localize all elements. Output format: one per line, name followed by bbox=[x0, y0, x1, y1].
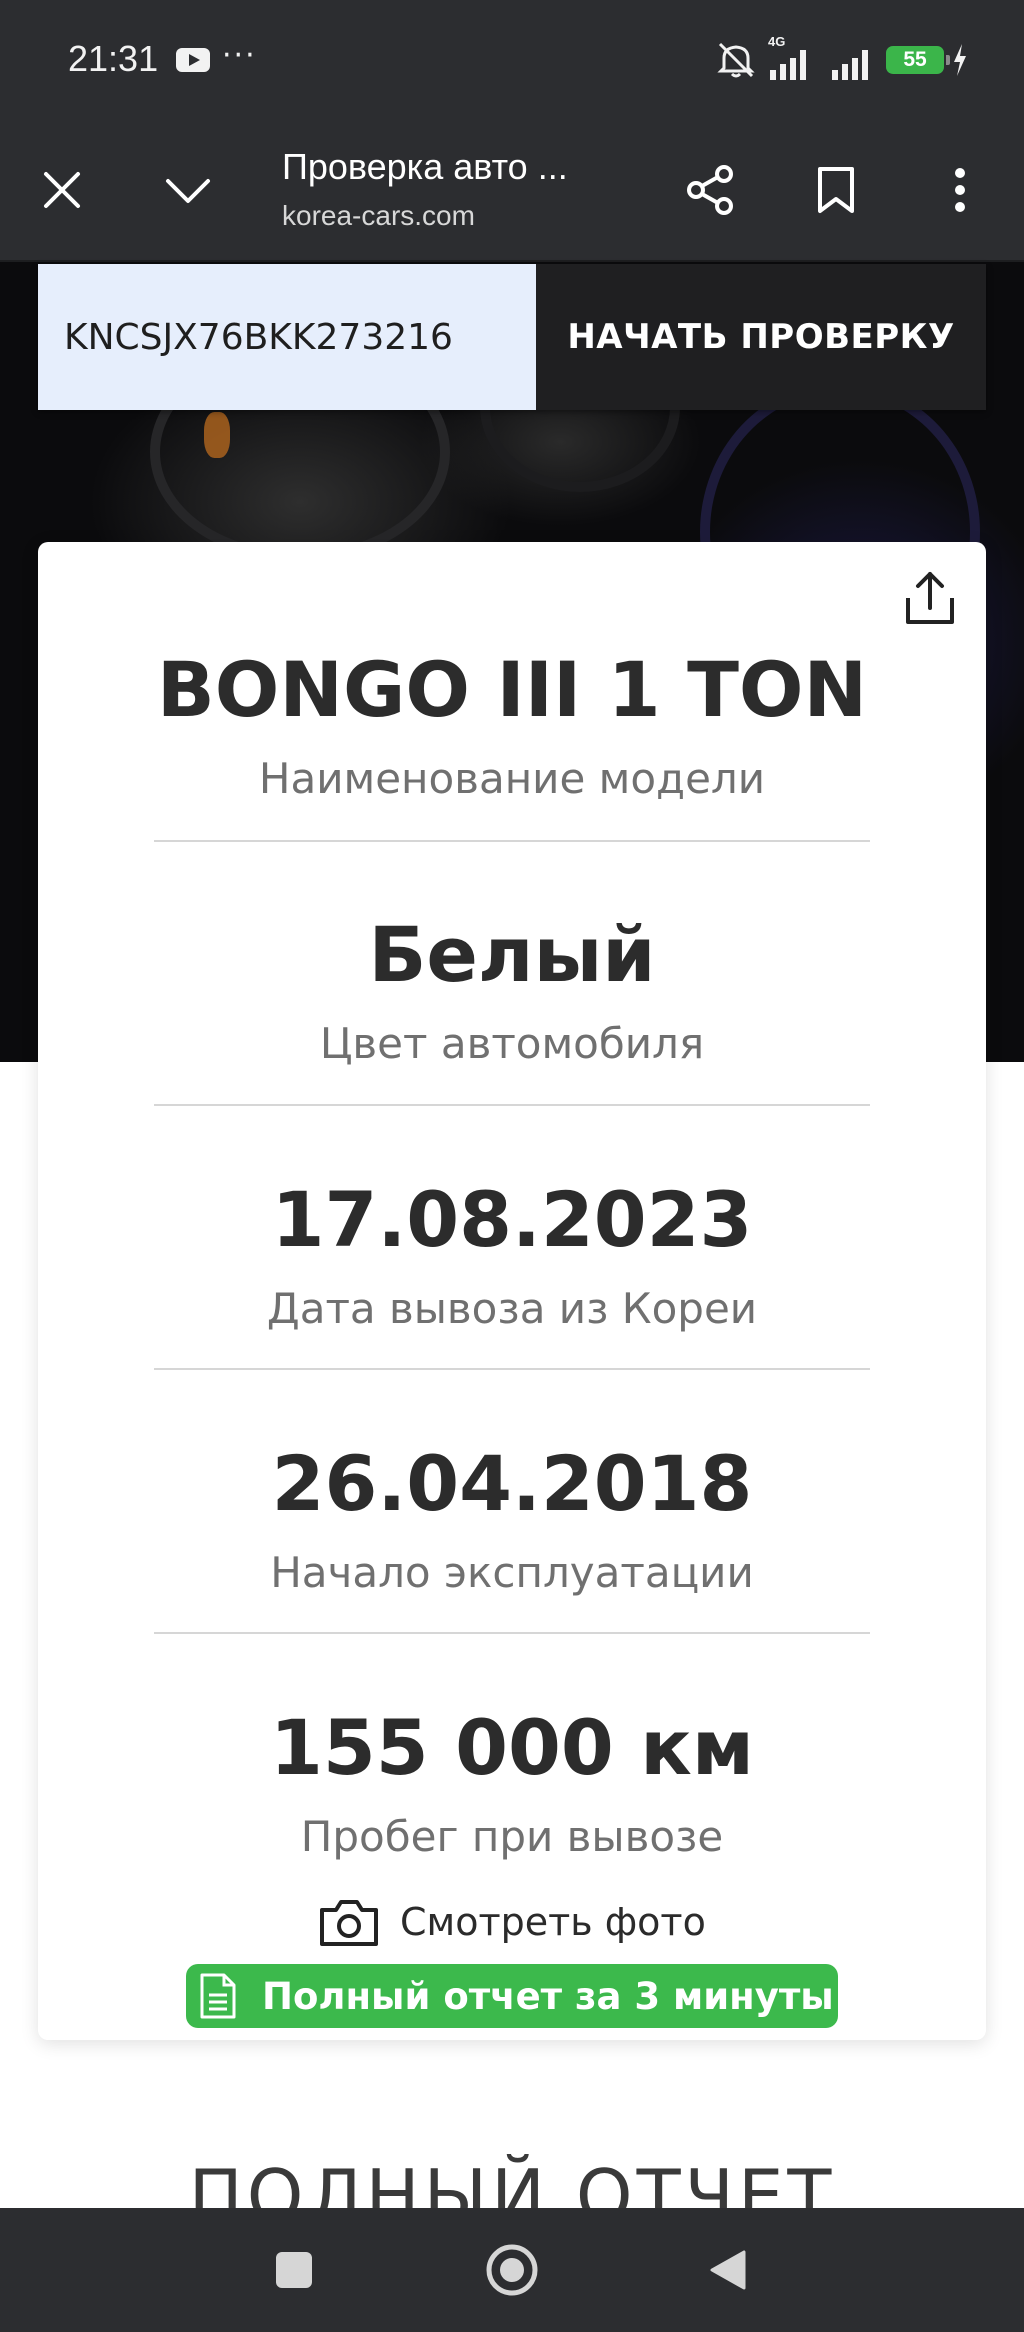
collapse-button[interactable] bbox=[158, 160, 218, 220]
more-vert-icon bbox=[955, 168, 965, 212]
more-notifications-icon: ··· bbox=[222, 38, 257, 73]
share-result-button[interactable] bbox=[902, 570, 958, 630]
vehicle-info-card: BONGO III 1 TON Наименование модели Белы… bbox=[38, 542, 986, 2040]
home-icon bbox=[486, 2244, 538, 2296]
status-icons: 4G 55 bbox=[714, 34, 966, 84]
first-use-field: 26.04.2018 Начало эксплуатации bbox=[154, 1446, 870, 1594]
bookmark-button[interactable] bbox=[806, 160, 866, 220]
back-button[interactable] bbox=[698, 2240, 758, 2300]
upload-share-icon bbox=[906, 572, 954, 624]
signal-icon bbox=[770, 50, 806, 80]
full-report-label: Полный отчет за 3 минуты bbox=[262, 1974, 834, 2018]
model-value: BONGO III 1 TON bbox=[156, 645, 868, 734]
indicator-glint bbox=[204, 412, 230, 458]
page-title: Проверка авто ... bbox=[282, 146, 568, 187]
first-use-value: 26.04.2018 bbox=[271, 1439, 753, 1528]
signal-icon bbox=[832, 50, 868, 80]
share-icon bbox=[687, 165, 733, 215]
more-menu-button[interactable] bbox=[930, 160, 990, 220]
view-photos-label: Смотреть фото bbox=[400, 1900, 706, 1944]
mileage-value: 155 000 км bbox=[270, 1703, 754, 1792]
mute-icon bbox=[717, 42, 755, 78]
camera-icon bbox=[320, 1900, 378, 1946]
color-field: Белый Цвет автомобиля bbox=[154, 917, 870, 1065]
status-time: 21:31 bbox=[68, 38, 159, 79]
divider bbox=[154, 1104, 870, 1106]
document-icon bbox=[200, 1973, 236, 2019]
page-url[interactable]: korea-cars.com bbox=[282, 200, 475, 232]
back-icon bbox=[710, 2250, 746, 2290]
divider bbox=[154, 1368, 870, 1370]
share-button[interactable] bbox=[680, 160, 740, 220]
battery-icon: 55 bbox=[886, 46, 950, 74]
system-nav-bar bbox=[0, 2208, 1024, 2332]
vin-search-bar: НАЧАТЬ ПРОВЕРКУ bbox=[38, 264, 986, 410]
color-label: Цвет автомобиля bbox=[319, 1019, 705, 1068]
mileage-field: 155 000 км Пробег при вывозе bbox=[154, 1710, 870, 1858]
view-photos-link[interactable]: Смотреть фото bbox=[318, 1892, 706, 1952]
mileage-label: Пробег при вывозе bbox=[300, 1812, 724, 1861]
full-report-button[interactable]: Полный отчет за 3 минуты bbox=[186, 1964, 838, 2028]
export-date-label: Дата вывоза из Кореи bbox=[266, 1284, 758, 1333]
model-label: Наименование модели bbox=[258, 754, 766, 803]
vin-input[interactable] bbox=[38, 264, 536, 410]
browser-toolbar: Проверка авто ... korea-cars.com bbox=[0, 120, 1024, 262]
divider bbox=[154, 840, 870, 842]
color-value: Белый bbox=[368, 910, 656, 999]
status-bar: 21:31 ··· 4G 55 bbox=[0, 0, 1024, 120]
model-field: BONGO III 1 TON Наименование модели bbox=[154, 652, 870, 800]
recents-icon bbox=[276, 2252, 312, 2288]
close-button[interactable] bbox=[32, 160, 92, 220]
close-icon bbox=[44, 172, 80, 208]
divider bbox=[154, 1632, 870, 1634]
bookmark-icon bbox=[818, 167, 854, 213]
start-check-button[interactable]: НАЧАТЬ ПРОВЕРКУ bbox=[536, 264, 986, 410]
network-type: 4G bbox=[768, 34, 786, 49]
recents-button[interactable] bbox=[264, 2240, 324, 2300]
charging-icon bbox=[954, 44, 966, 76]
export-date-field: 17.08.2023 Дата вывоза из Кореи bbox=[154, 1182, 870, 1330]
chevron-down-icon bbox=[166, 179, 210, 203]
home-button[interactable] bbox=[482, 2240, 542, 2300]
export-date-value: 17.08.2023 bbox=[271, 1175, 753, 1264]
youtube-icon bbox=[176, 48, 210, 72]
first-use-label: Начало эксплуатации bbox=[270, 1548, 754, 1597]
